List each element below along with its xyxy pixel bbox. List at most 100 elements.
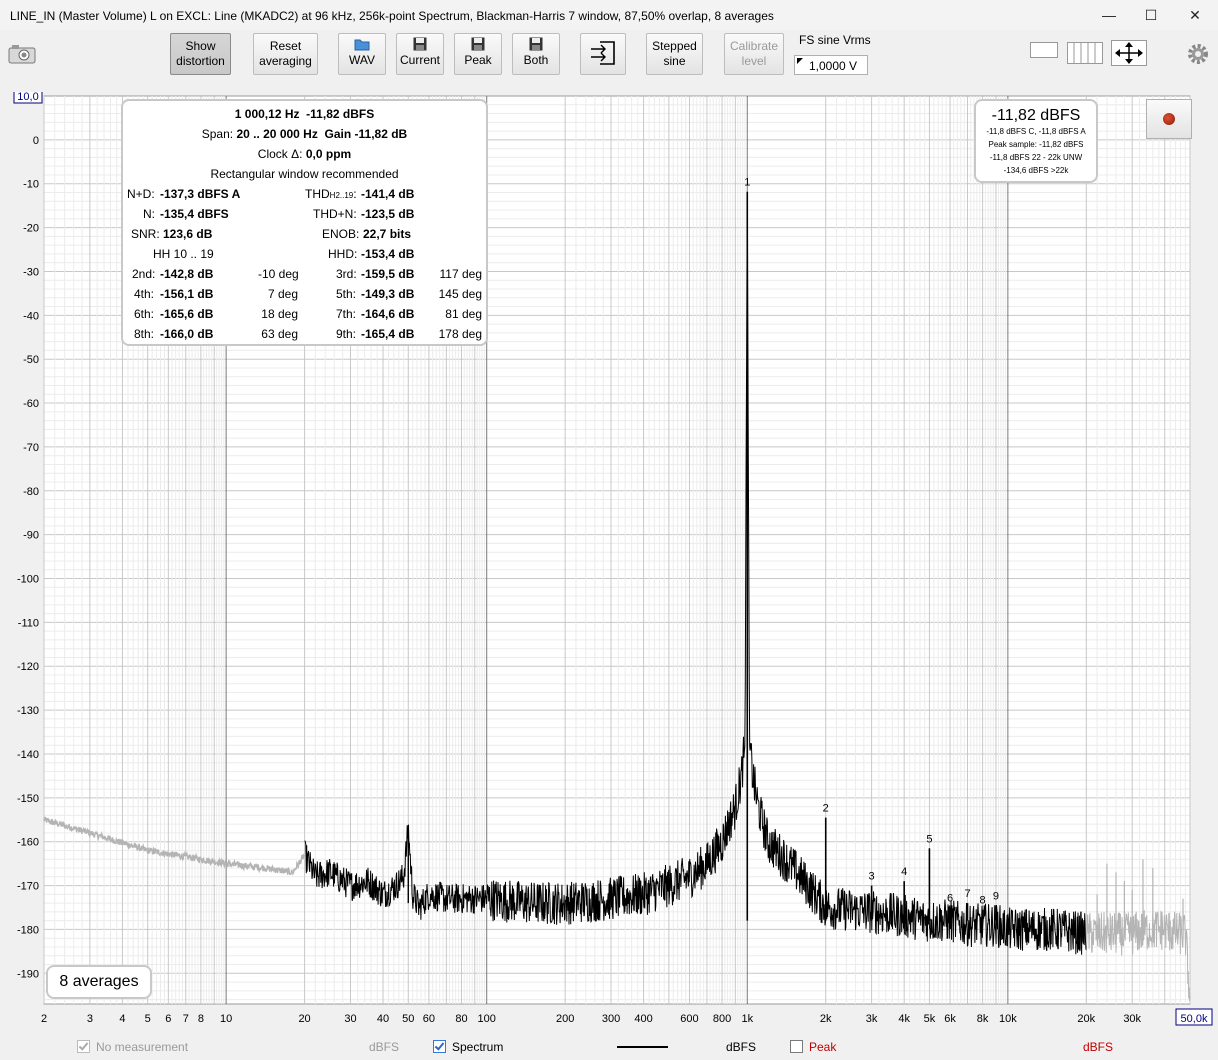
fundamental-level: -11,82 dBFS — [306, 107, 375, 121]
single-pane-icon[interactable] — [1030, 42, 1058, 58]
y-tick-label: -130 — [17, 705, 39, 717]
zoom-arrows-icon[interactable] — [1111, 40, 1147, 66]
harmonic-2-level: -142,8 dB — [160, 267, 214, 281]
record-icon — [1163, 113, 1175, 125]
close-button[interactable]: ✕ — [1172, 0, 1218, 30]
checkbox-icon — [433, 1040, 446, 1053]
averages-badge: 8 averages — [46, 965, 152, 999]
x-tick-label: 100 — [478, 1013, 496, 1025]
y-tick-label: -30 — [23, 266, 39, 278]
x-tick-label: 6 — [165, 1013, 171, 1025]
level-readout-panel[interactable]: -11,82 dBFS -11,8 dBFS C, -11,8 dBFS A P… — [974, 99, 1098, 183]
y-tick-label: -150 — [17, 793, 39, 805]
harmonic-marker-label: 1 — [744, 177, 750, 189]
noise-value: -135,4 dBFS — [160, 207, 229, 221]
x-tick-label: 4 — [119, 1013, 125, 1025]
y-tick-label: -10 — [23, 179, 39, 191]
hhd-value: -153,4 dB — [361, 247, 415, 261]
maximize-button[interactable]: ☐ — [1128, 0, 1174, 30]
y-tick-label: -160 — [17, 837, 39, 849]
toolbar: Show distortion Reset averaging WAV Curren… — [0, 30, 1218, 92]
clock-value: 0,0 ppm — [305, 147, 352, 161]
thd-value: -141,4 dB — [361, 187, 415, 201]
spectrum-toggle[interactable]: Spectrum — [433, 1040, 503, 1054]
harmonic-4-phase: 7 deg — [267, 287, 298, 301]
save-peak-button[interactable]: Peak — [454, 33, 502, 75]
floppy-icon — [397, 37, 443, 53]
x-tick-label: 10 — [220, 1013, 232, 1025]
x-tick-label: 30 — [344, 1013, 356, 1025]
stepped-sine-button[interactable]: Stepped sine — [646, 33, 703, 75]
y-tick-label: -110 — [18, 617, 39, 629]
no-measurement-toggle[interactable]: No measurement — [77, 1040, 188, 1054]
calibrate-level-button[interactable]: Calibrate level — [724, 33, 784, 75]
harmonic-4-level: -156,1 dB — [160, 287, 214, 301]
harmonic-marker-label: 3 — [869, 871, 875, 883]
snr-value: 123,6 dB — [163, 227, 213, 241]
y-tick-label: -20 — [23, 223, 39, 235]
fs-sine-label: FS sine Vrms — [799, 33, 871, 47]
y-tick-label: -190 — [17, 968, 39, 980]
fs-sine-value-input[interactable]: 1,0000 V — [794, 55, 868, 75]
y-tick-label: 0 — [33, 135, 39, 147]
minimize-button[interactable]: — — [1086, 0, 1132, 30]
y-tick-label: -40 — [23, 310, 39, 322]
no-measurement-unit: dBFS — [369, 1040, 400, 1054]
y-tick-label: -170 — [17, 881, 39, 893]
x-tick-label: 5 — [145, 1013, 151, 1025]
x-tick-label: 4k — [898, 1013, 910, 1025]
legend-bar: No measurement dBFS Spectrum dBFS Peak d… — [0, 1035, 1218, 1060]
window-note: Rectangular window recommended — [210, 167, 399, 181]
x-tick-label: 5k — [924, 1013, 936, 1025]
x-tick-label: 8k — [977, 1013, 989, 1025]
harmonic-2-phase: -10 deg — [258, 267, 299, 281]
x-tick-label: 20k — [1077, 1013, 1095, 1025]
harmonic-6-phase: 18 deg — [261, 307, 298, 321]
fundamental-frequency: 1 000,12 Hz — [234, 107, 300, 121]
y-tick-label: -120 — [17, 661, 39, 673]
title-bar: LINE_IN (Master Volume) L on EXCL: Line … — [0, 0, 1218, 31]
harmonic-5-phase: 145 deg — [438, 287, 482, 301]
y-tick-label: -80 — [23, 486, 39, 498]
record-button[interactable] — [1146, 99, 1192, 139]
wav-button[interactable]: WAV — [338, 33, 386, 75]
save-both-button[interactable]: Both — [512, 33, 560, 75]
y-tick-label: -100 — [17, 574, 39, 586]
harmonic-7-phase: 81 deg — [445, 307, 482, 321]
reset-averaging-button[interactable]: Reset averaging — [253, 33, 318, 75]
x-tick-label: 2 — [41, 1013, 47, 1025]
x-tick-label: 30k — [1123, 1013, 1141, 1025]
harmonic-8-level: -166,0 dB — [160, 327, 214, 341]
harmonic-9-level: -165,4 dB — [361, 327, 415, 341]
thdn-value: -123,5 dB — [361, 207, 415, 221]
checkbox-icon — [77, 1040, 90, 1053]
folder-icon — [339, 37, 385, 53]
gain-value: -11,82 dB — [354, 127, 408, 141]
span-value: 20 .. 20 000 Hz — [236, 127, 318, 141]
x-tick-label: 50 — [402, 1013, 414, 1025]
x-tick-label: 6k — [944, 1013, 956, 1025]
x-tick-label: 8 — [198, 1013, 204, 1025]
export-button[interactable] — [580, 33, 626, 75]
harmonic-marker-label: 4 — [901, 866, 907, 878]
gear-icon[interactable] — [1186, 42, 1210, 66]
floppy-icon — [513, 37, 559, 53]
peak-toggle[interactable]: Peak — [790, 1040, 836, 1054]
peak-unit: dBFS — [1083, 1040, 1114, 1054]
harmonic-marker-label: 7 — [964, 888, 970, 900]
checkbox-icon — [790, 1040, 803, 1053]
multi-pane-icon[interactable] — [1067, 42, 1103, 64]
camera-icon[interactable] — [8, 44, 36, 64]
harmonic-9-phase: 178 deg — [438, 327, 482, 341]
x-tick-label: 2k — [820, 1013, 832, 1025]
distortion-info-panel[interactable]: 1 000,12 Hz -11,82 dBFS Span: 20 .. 20 0… — [121, 99, 488, 346]
save-current-button[interactable]: Current — [396, 33, 444, 75]
harmonic-3-phase: 117 deg — [439, 267, 483, 281]
show-distortion-button[interactable]: Show distortion — [170, 33, 231, 75]
export-icon — [588, 41, 618, 71]
harmonic-3-level: -159,5 dB — [361, 267, 415, 281]
x-tick-label: 400 — [634, 1013, 652, 1025]
x-tick-label: 800 — [713, 1013, 731, 1025]
x-tick-label: 80 — [455, 1013, 467, 1025]
y-tick-label: -50 — [23, 354, 39, 366]
